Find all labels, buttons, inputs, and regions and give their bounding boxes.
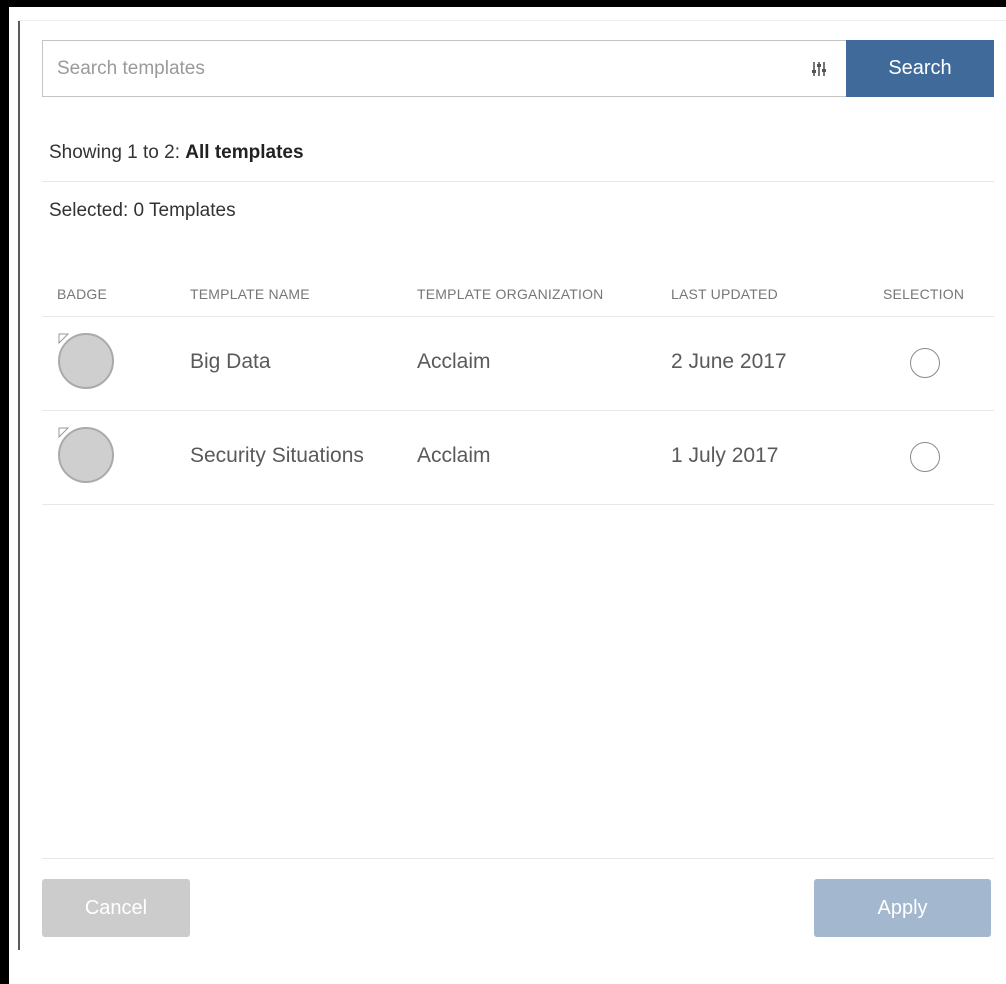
cancel-button[interactable]: Cancel [42,879,190,937]
results-summary: Showing 1 to 2: All templates [49,142,304,164]
template-name: Big Data [190,350,271,373]
search-input[interactable] [43,41,808,96]
selected-count: Selected: 0 Templates [49,200,236,221]
column-header-selection: SELECTION [883,286,965,302]
template-name: Security Situations [190,444,364,467]
last-updated: 1 July 2017 [671,444,779,467]
window-frame-left [0,0,9,984]
search-bar [42,40,846,97]
template-organization: Acclaim [417,350,491,373]
dialog-border-top [18,20,1006,21]
apply-button[interactable]: Apply [814,879,991,937]
template-organization: Acclaim [417,444,491,467]
table-row[interactable]: Security Situations Acclaim 1 July 2017 [42,410,994,504]
badge-placeholder-icon [57,332,115,390]
badge-placeholder-icon [57,426,115,484]
table-row[interactable]: Big Data Acclaim 2 June 2017 [42,316,994,410]
column-header-last-updated: LAST UPDATED [671,286,778,302]
row-divider [42,504,994,505]
results-range: Showing 1 to 2: [49,142,186,163]
divider [42,181,994,182]
selection-radio[interactable] [910,348,940,378]
footer-divider [42,858,994,859]
window-frame-top [0,0,1006,7]
sliders-icon[interactable] [808,58,830,80]
dialog-border-left [18,20,20,950]
results-scope: All templates [185,142,304,163]
selection-radio[interactable] [910,442,940,472]
column-header-badge: BADGE [57,286,108,302]
search-button[interactable]: Search [846,40,994,97]
column-header-template-organization: TEMPLATE ORGANIZATION [417,286,604,302]
last-updated: 2 June 2017 [671,350,787,373]
column-header-template-name: TEMPLATE NAME [190,286,310,302]
